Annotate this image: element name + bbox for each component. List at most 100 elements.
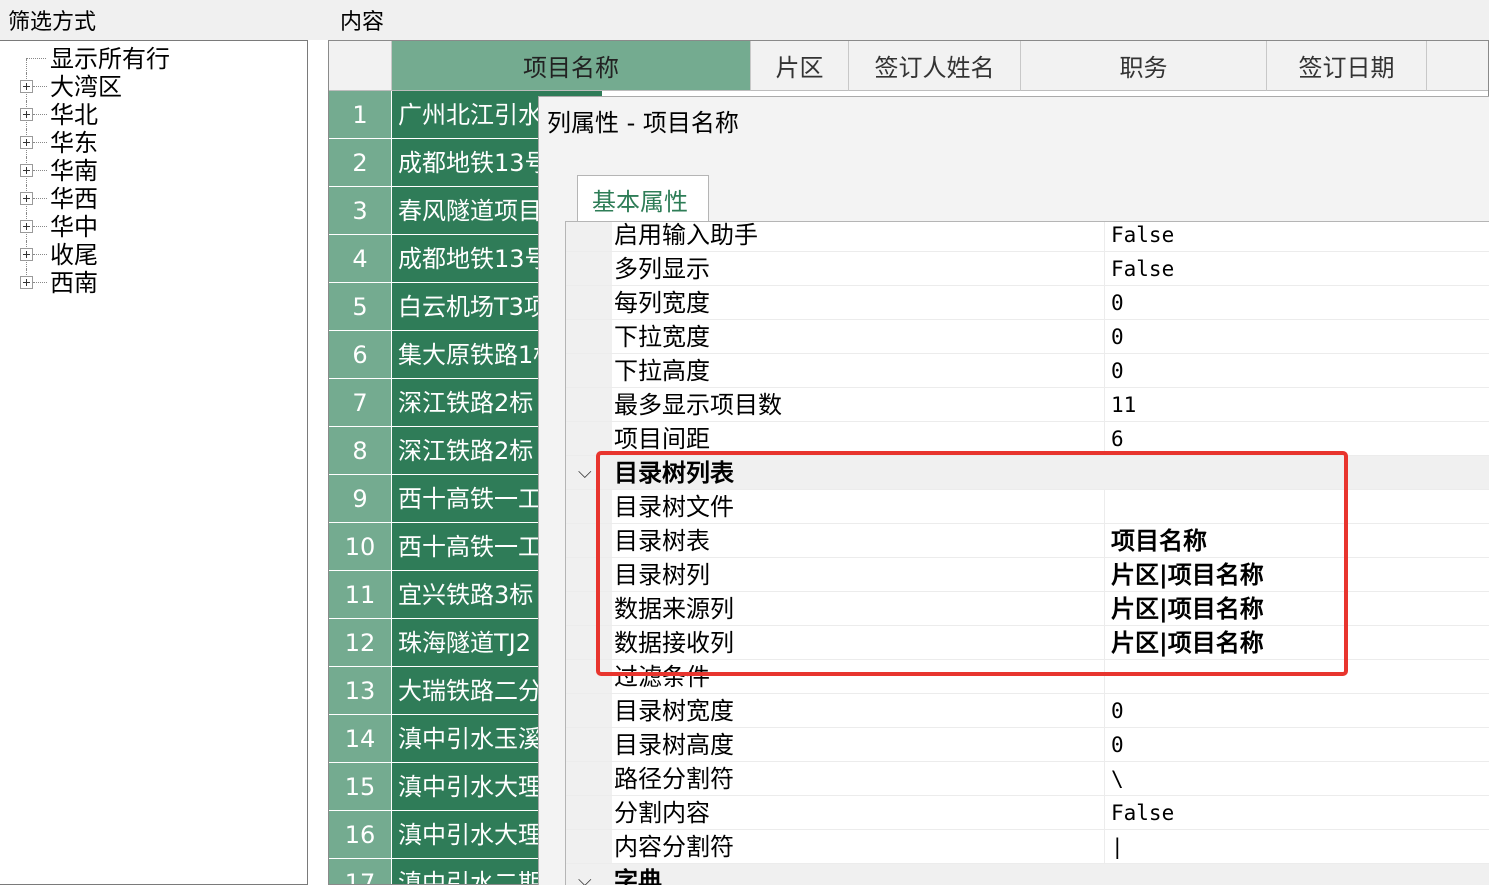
expand-icon[interactable]: [20, 276, 33, 289]
filter-panel-title: 筛选方式: [8, 10, 97, 35]
property-row[interactable]: 路径分割符 \: [566, 762, 1489, 796]
row-number[interactable]: 8: [329, 427, 391, 475]
expand-icon[interactable]: [20, 192, 33, 205]
property-value[interactable]: 0: [1111, 320, 1124, 354]
property-row[interactable]: 内容分割符 |: [566, 830, 1489, 864]
property-row[interactable]: 每列宽度 0: [566, 286, 1489, 320]
property-row[interactable]: 目录树列 片区|项目名称: [566, 558, 1489, 592]
property-row[interactable]: 下拉宽度 0: [566, 320, 1489, 354]
property-value[interactable]: False: [1111, 796, 1174, 830]
property-row[interactable]: 数据来源列 片区|项目名称: [566, 592, 1489, 626]
tree-item-dawanqu[interactable]: 大湾区: [0, 73, 300, 101]
row-number[interactable]: 5: [329, 283, 391, 331]
row-number[interactable]: 13: [329, 667, 391, 715]
property-value[interactable]: |: [1111, 830, 1124, 864]
tree-item-label: 华南: [50, 157, 98, 185]
property-value[interactable]: 片区|项目名称: [1111, 626, 1264, 660]
property-row[interactable]: 启用输入助手 False: [566, 222, 1489, 252]
property-grid: 启用输入助手 False 多列显示 False 每列宽度 0 下拉宽度 0 下拉高度 0 最多显示项…: [565, 221, 1489, 885]
tree-connector: [26, 59, 27, 73]
property-value[interactable]: False: [1111, 252, 1174, 286]
row-number[interactable]: 1: [329, 91, 391, 139]
tree-item-xinan[interactable]: 西南: [0, 269, 300, 297]
column-divider: [1104, 660, 1105, 694]
property-row[interactable]: 数据接收列 片区|项目名称: [566, 626, 1489, 660]
property-value[interactable]: 6: [1111, 422, 1124, 456]
property-row[interactable]: 目录树宽度 0: [566, 694, 1489, 728]
column-header-region[interactable]: 片区: [751, 41, 849, 91]
column-divider: [1104, 320, 1105, 354]
column-header-signer-name[interactable]: 签订人姓名: [849, 41, 1021, 91]
property-value[interactable]: 片区|项目名称: [1111, 592, 1264, 626]
property-value[interactable]: 0: [1111, 728, 1124, 762]
tree-connector: [33, 142, 47, 143]
property-row[interactable]: 分割内容 False: [566, 796, 1489, 830]
tree-connector: [33, 86, 47, 87]
property-row[interactable]: 目录树高度 0: [566, 728, 1489, 762]
chevron-down-icon[interactable]: ⌵: [578, 870, 592, 885]
property-value[interactable]: 0: [1111, 694, 1124, 728]
property-value[interactable]: 0: [1111, 286, 1124, 320]
row-number[interactable]: 15: [329, 763, 391, 811]
tab-basic-properties[interactable]: 基本属性: [577, 175, 709, 221]
tree-item-huabei[interactable]: 华北: [0, 101, 300, 129]
property-category[interactable]: ⌵ 目录树列表: [566, 456, 1489, 490]
tree-connector: [33, 170, 47, 171]
row-number[interactable]: 14: [329, 715, 391, 763]
property-row[interactable]: 目录树文件: [566, 490, 1489, 524]
row-number[interactable]: 11: [329, 571, 391, 619]
content-panel-header: 内容: [322, 0, 1489, 40]
property-value[interactable]: 项目名称: [1111, 524, 1207, 558]
chevron-down-icon[interactable]: ⌵: [578, 462, 592, 483]
property-row[interactable]: 下拉高度 0: [566, 354, 1489, 388]
row-number[interactable]: 17: [329, 859, 391, 884]
tree-item-shouwei[interactable]: 收尾: [0, 241, 300, 269]
row-number[interactable]: 10: [329, 523, 391, 571]
row-number[interactable]: 9: [329, 475, 391, 523]
property-name: 目录树文件: [614, 493, 734, 521]
property-row[interactable]: 过滤条件: [566, 660, 1489, 694]
tree-item-show-all[interactable]: 显示所有行: [0, 45, 300, 73]
column-divider: [1104, 388, 1105, 422]
row-number[interactable]: 3: [329, 187, 391, 235]
tree-item-huadong[interactable]: 华东: [0, 129, 300, 157]
row-number[interactable]: 6: [329, 331, 391, 379]
filter-panel-header: 筛选方式: [0, 0, 322, 40]
property-value[interactable]: 0: [1111, 354, 1124, 388]
property-row[interactable]: 目录树表 项目名称: [566, 524, 1489, 558]
property-category[interactable]: ⌵ 字典: [566, 864, 1489, 885]
property-row[interactable]: 项目间距 6: [566, 422, 1489, 456]
property-value[interactable]: False: [1111, 222, 1174, 252]
column-header-empty: [1427, 41, 1488, 91]
column-header-project-name[interactable]: 项目名称: [392, 41, 751, 91]
expand-icon[interactable]: [20, 136, 33, 149]
property-row[interactable]: 多列显示 False: [566, 252, 1489, 286]
dialog-title: 列属性 - 项目名称: [547, 109, 739, 137]
property-value[interactable]: \: [1111, 762, 1124, 796]
property-row[interactable]: 最多显示项目数 11: [566, 388, 1489, 422]
expand-icon[interactable]: [20, 80, 33, 93]
column-divider: [1104, 830, 1105, 864]
tree-item-label: 华中: [50, 213, 98, 241]
expand-icon[interactable]: [20, 108, 33, 121]
property-value[interactable]: 片区|项目名称: [1111, 558, 1264, 592]
row-number[interactable]: 2: [329, 139, 391, 187]
expand-icon[interactable]: [20, 220, 33, 233]
row-number[interactable]: 12: [329, 619, 391, 667]
property-value[interactable]: 11: [1111, 388, 1136, 422]
column-header-sign-date[interactable]: 签订日期: [1267, 41, 1427, 91]
column-header-position[interactable]: 职务: [1021, 41, 1267, 91]
column-divider: [1104, 286, 1105, 320]
tree-item-huaxi[interactable]: 华西: [0, 185, 300, 213]
row-number[interactable]: 16: [329, 811, 391, 859]
tree-item-huazhong[interactable]: 华中: [0, 213, 300, 241]
property-name: 目录树列表: [614, 459, 734, 487]
column-divider: [1104, 222, 1105, 252]
row-number[interactable]: 4: [329, 235, 391, 283]
row-header-corner[interactable]: [329, 41, 392, 91]
expand-icon[interactable]: [20, 248, 33, 261]
property-name: 数据来源列: [614, 595, 734, 623]
tree-item-huanan[interactable]: 华南: [0, 157, 300, 185]
expand-icon[interactable]: [20, 164, 33, 177]
row-number[interactable]: 7: [329, 379, 391, 427]
